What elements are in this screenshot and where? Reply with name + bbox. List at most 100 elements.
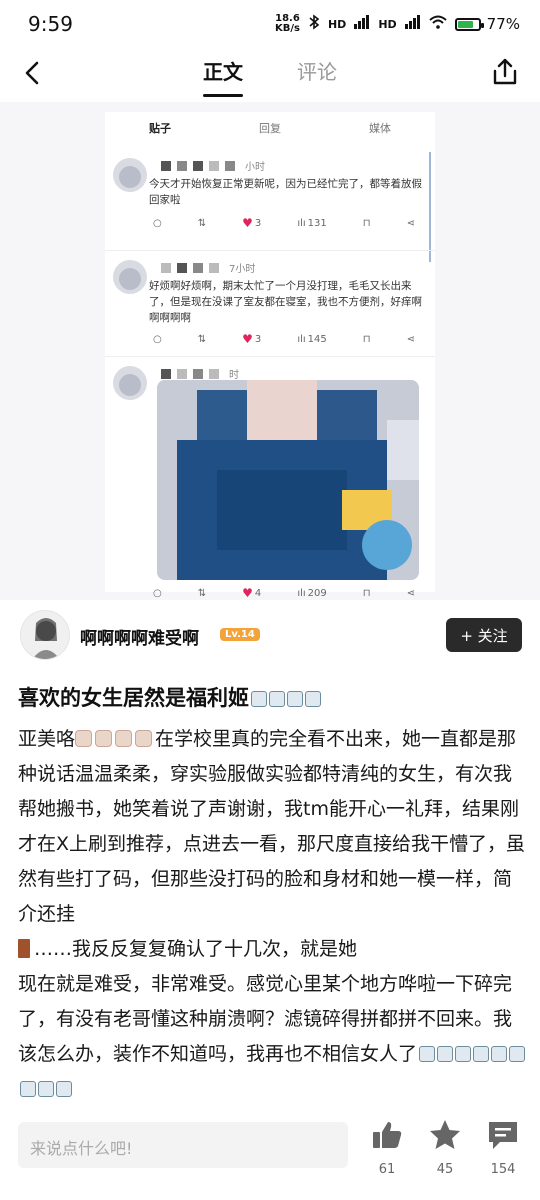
views-icon: ılı [297, 217, 306, 229]
post-actions: ○ ⇅ ♥ 3 ılı 131 ⊓ ⋖ [153, 216, 415, 230]
pixelated-photo [157, 380, 419, 580]
pixelated-name [177, 368, 187, 379]
pixelated-name [209, 368, 219, 379]
avatar [113, 158, 147, 192]
post-time: 小时 [245, 162, 265, 173]
pixelated-name [161, 262, 171, 273]
status-bar: 9:59 18.6 KB/s HD HD 77% [0, 0, 540, 48]
post-meta: 小时 [161, 158, 265, 173]
door-icon [18, 939, 30, 958]
embedded-scrollbar [429, 152, 431, 262]
view-count: ılı 209 [297, 588, 326, 599]
embedded-post: 7小时 好烦啊好烦啊，期末太忙了一个月没打理，毛毛又长出来了，但是现在没课了室友… [113, 256, 427, 356]
author-row: 啊啊啊啊难受啊 Lv.14 + 关注 [0, 604, 540, 668]
battery-percent: 77% [486, 15, 520, 33]
like-count-value: 3 [254, 333, 262, 345]
divider [105, 250, 435, 251]
post-title-text: 喜欢的女生居然是福利姬 [18, 686, 249, 710]
pixelated-name [225, 160, 235, 171]
star-icon [430, 1120, 460, 1149]
pixelated-name [209, 262, 219, 273]
like-count-value: 3 [254, 217, 262, 229]
post-body-text: 亚美咯 [18, 728, 76, 750]
header: 正文 评论 [0, 48, 540, 100]
views-icon: ılı [297, 333, 306, 345]
comment-count: 154 [490, 1162, 516, 1177]
favorite-button[interactable]: 45 [420, 1118, 470, 1177]
emoji-icon [455, 1046, 472, 1062]
emoji-icon [251, 691, 267, 707]
share-icon: ⋖ [406, 587, 415, 599]
post-body-text: ……我反反复复确认了十几次，就是她 [34, 938, 358, 960]
level-badge: Lv.14 [220, 628, 260, 641]
embedded-tabs: 贴子 回复 媒体 [105, 112, 435, 142]
post-text: 今天才开始恢复正常更新呢，因为已经忙完了，都等着放假回家啦 [149, 178, 422, 206]
post-image[interactable]: 贴子 回复 媒体 小时 今天才开始恢复正常更新呢，因为已经忙完了，都等着放假回家… [0, 102, 540, 600]
divider [105, 356, 435, 357]
emoji-icon [269, 691, 285, 707]
like-button[interactable]: 61 [362, 1118, 412, 1177]
view-count-value: 209 [307, 587, 327, 599]
post-actions: ○ ⇅ ♥ 3 ılı 145 ⊓ ⋖ [153, 332, 415, 346]
pixelated-name [161, 368, 171, 379]
pixelated-name [177, 160, 187, 171]
bookmark-icon: ⊓ [362, 217, 371, 229]
pixelated-name [161, 160, 171, 171]
author-name[interactable]: 啊啊啊啊难受啊 [80, 624, 199, 649]
view-count: ılı 145 [297, 334, 326, 345]
pixelated-name [209, 160, 219, 171]
emoji-icon [115, 730, 133, 747]
follow-button[interactable]: + 关注 [446, 618, 522, 652]
favorite-count: 45 [436, 1162, 454, 1177]
embedded-tab-replies: 回复 [259, 122, 281, 135]
post-body: 亚美咯 在学校里真的完全看不出来，她一直都是那种说话温温柔柔，穿实验服做实验都特清… [18, 722, 526, 1107]
author-avatar[interactable] [20, 610, 70, 660]
post-time: 7小时 [229, 264, 256, 275]
emoji-icon [509, 1046, 526, 1062]
tab-comments[interactable]: 评论 [297, 56, 337, 99]
battery-icon [454, 17, 484, 31]
like-count: ♥ 3 [242, 332, 261, 346]
post-body-text: 在学校里真的完全看不出来，她一直都是那种说话温温柔柔，穿实验服做实验都特清纯的女… [18, 728, 526, 925]
tab-main-text[interactable]: 正文 [203, 56, 243, 99]
share-icon: ⋖ [406, 217, 415, 229]
signal-1: HD [327, 17, 347, 31]
post-title: 喜欢的女生居然是福利姬 [18, 682, 321, 712]
comment-input[interactable]: 来说点什么吧! [18, 1122, 348, 1168]
view-count-value: 145 [307, 333, 327, 345]
signal-2: HD [378, 17, 397, 31]
like-count: 61 [378, 1162, 396, 1177]
status-indicators: 18.6 KB/s HD HD 77% [275, 14, 520, 34]
comment-button[interactable]: 154 [478, 1118, 528, 1177]
post-text: 好烦啊好烦啊，期末太忙了一个月没打理，毛毛又长出来了，但是现在没课了室友都在寝室… [149, 280, 422, 324]
emoji-icon [437, 1046, 454, 1062]
avatar [113, 366, 147, 400]
emoji-icon [419, 1046, 436, 1062]
emoji-icon [287, 691, 303, 707]
avatar [113, 260, 147, 294]
signal-bars-icon [354, 15, 370, 33]
views-icon: ılı [297, 587, 306, 599]
like-count: ♥ 4 [242, 586, 261, 600]
follow-label: + 关注 [460, 626, 508, 645]
view-count-value: 131 [307, 217, 327, 229]
heart-icon: ♥ [242, 332, 253, 346]
emoji-icon [473, 1046, 490, 1062]
net-speed-unit: KB/s [274, 23, 300, 34]
post-meta: 时 [161, 366, 239, 381]
like-count: ♥ 3 [242, 216, 261, 230]
emoji-icon [38, 1081, 54, 1097]
pixelated-name [193, 160, 203, 171]
share-icon[interactable] [490, 56, 520, 88]
status-time: 9:59 [28, 12, 73, 36]
share-icon: ⋖ [406, 333, 415, 345]
wifi-icon [428, 15, 447, 33]
net-speed: 18.6 KB/s [275, 14, 300, 34]
retweet-icon: ⇅ [197, 333, 207, 345]
embedded-post: 时 [113, 362, 427, 400]
pixelated-name [193, 262, 203, 273]
reply-icon: ○ [153, 587, 162, 599]
emoji-icon [75, 730, 93, 747]
heart-icon: ♥ [242, 216, 253, 230]
embedded-tab-posts: 贴子 [149, 122, 171, 135]
